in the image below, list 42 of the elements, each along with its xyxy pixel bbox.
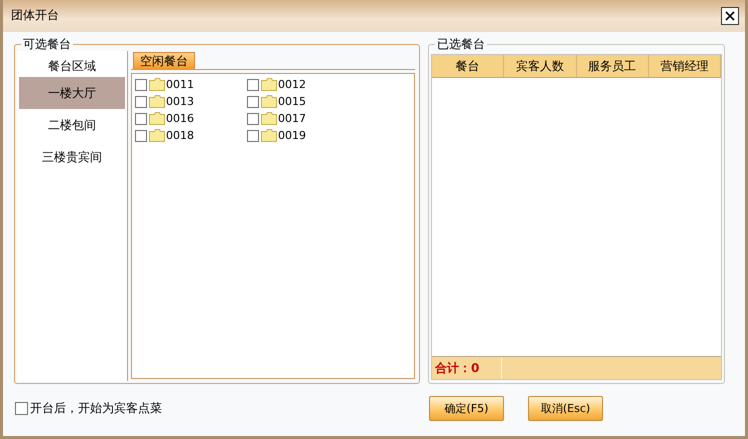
folder-icon xyxy=(261,129,277,142)
checkbox[interactable] xyxy=(135,78,147,90)
table-label[interactable]: 0017 xyxy=(278,112,306,125)
folder-icon xyxy=(261,95,277,108)
idle-tables-tab[interactable]: 空闲餐台 xyxy=(133,52,195,69)
checkbox[interactable] xyxy=(135,96,147,108)
column-header: 营销经理 xyxy=(648,55,721,77)
table-label[interactable]: 0013 xyxy=(166,95,194,108)
checkbox[interactable] xyxy=(135,130,147,142)
folder-icon xyxy=(149,112,165,125)
checkbox[interactable] xyxy=(247,112,259,124)
folder-icon xyxy=(149,95,165,108)
close-icon xyxy=(725,11,735,21)
confirm-button[interactable]: 确定(F5) xyxy=(429,396,504,421)
table-label[interactable]: 0019 xyxy=(278,129,306,142)
area-item[interactable]: 三楼贵宾间 xyxy=(19,141,125,173)
option-label: 开台后，开始为宾客点菜 xyxy=(30,400,162,417)
table-label[interactable]: 0012 xyxy=(278,78,306,91)
folder-icon xyxy=(261,78,277,91)
checkbox[interactable] xyxy=(247,96,259,108)
group-title: 可选餐台 xyxy=(21,37,73,51)
column-header: 服务员工 xyxy=(576,55,649,77)
close-button[interactable] xyxy=(721,7,739,25)
group-title: 已选餐台 xyxy=(435,37,487,51)
column-header: 宾客人数 xyxy=(504,55,576,77)
table-label[interactable]: 0011 xyxy=(166,78,194,91)
window-title: 团体开台 xyxy=(11,7,59,24)
area-item[interactable]: 一楼大厅 xyxy=(19,77,125,109)
folder-icon xyxy=(149,78,165,91)
folder-icon xyxy=(261,112,277,125)
checkbox[interactable] xyxy=(135,112,147,124)
table-label[interactable]: 0015 xyxy=(278,95,306,108)
total-label: 合计：0 xyxy=(432,357,502,379)
checkbox[interactable] xyxy=(247,78,259,90)
checkbox[interactable] xyxy=(15,402,28,415)
cancel-button[interactable]: 取消(Esc) xyxy=(528,396,603,421)
checkbox[interactable] xyxy=(247,130,259,142)
area-item[interactable]: 二楼包间 xyxy=(19,109,125,141)
table-label[interactable]: 0016 xyxy=(166,112,194,125)
folder-icon xyxy=(149,129,165,142)
table-label[interactable]: 0018 xyxy=(166,129,194,142)
column-header: 餐台 xyxy=(432,55,504,77)
